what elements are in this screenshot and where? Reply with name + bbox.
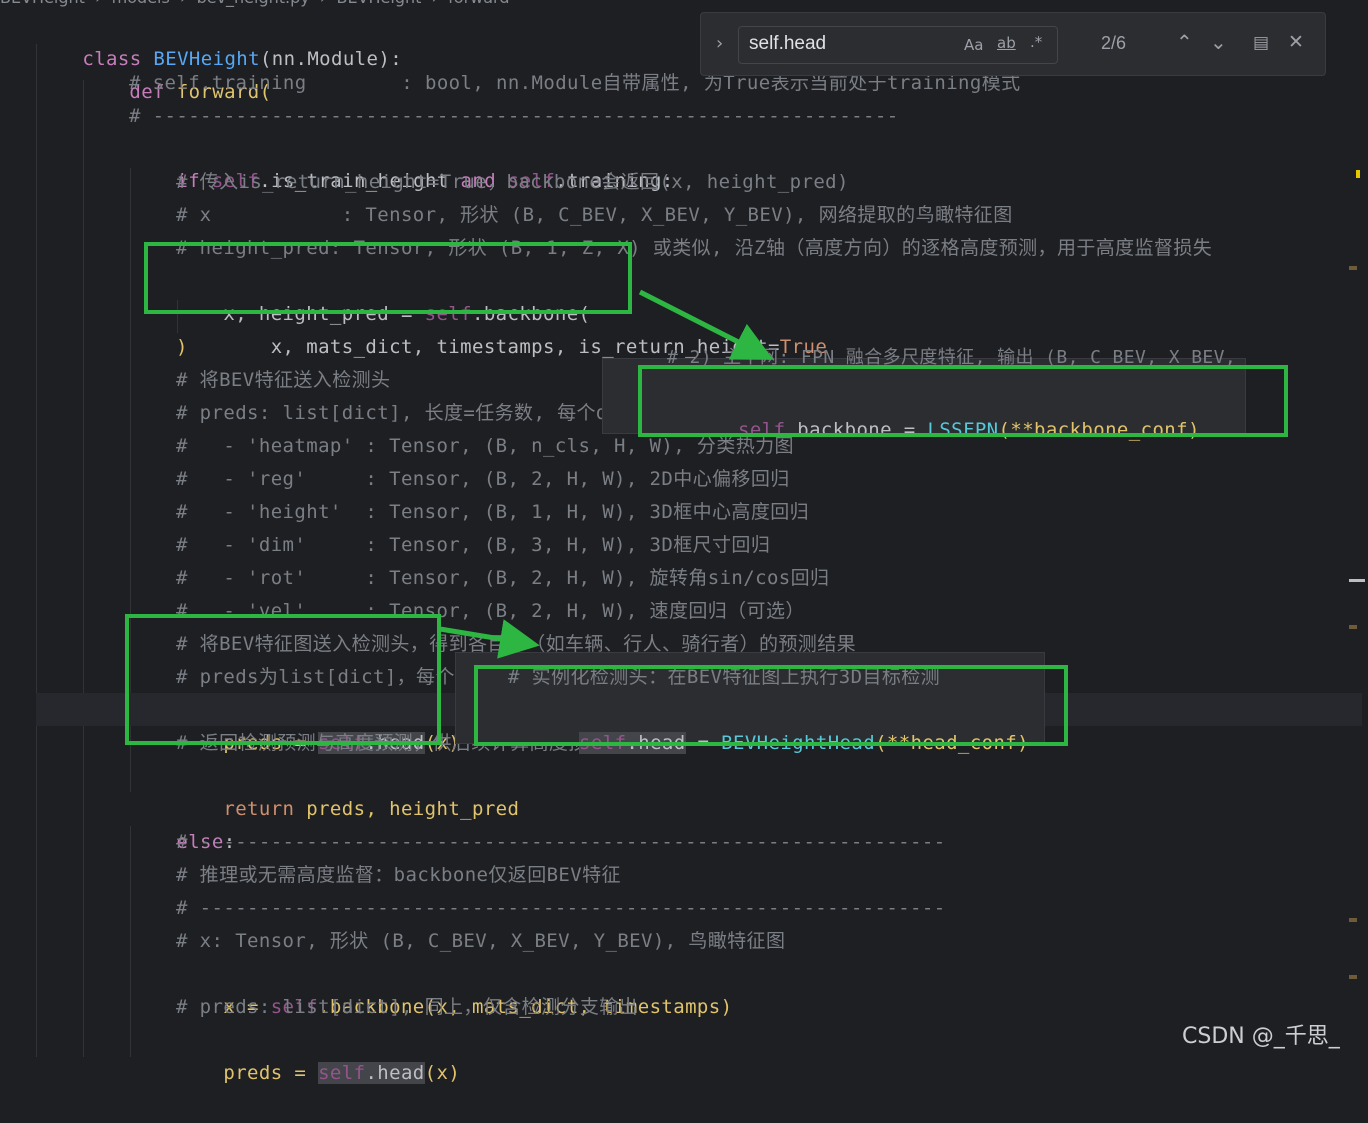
comment-line: # - 'height' : Tensor, (B, 1, H, W), 3D框… [176, 501, 810, 523]
indent-guide [83, 80, 84, 1057]
code-text: (x) [424, 1062, 461, 1084]
match-case-icon[interactable]: Aa [964, 36, 983, 54]
comment-line: # x : Tensor, 形状 (B, C_BEV, X_BEV, Y_BEV… [176, 204, 1013, 226]
comment-line: # x: Tensor, 形状 (B, C_BEV, X_BEV, Y_BEV)… [176, 930, 786, 952]
scroll-marker [1349, 266, 1357, 270]
comment-line: # - 'dim' : Tensor, (B, 3, H, W), 3D框尺寸回… [176, 534, 771, 556]
code-line: class BEVHeight(nn.Module): [35, 10, 402, 70]
comment-line: # --------------------------------------… [176, 897, 946, 919]
annotation-box [144, 242, 632, 314]
comment-line: # 将BEV特征送入检测头 [176, 369, 391, 391]
comment-line: # - 'rot' : Tensor, (B, 2, H, W), 旋转角sin… [176, 567, 830, 589]
comment-line: # 推理或无需高度监督：backbone仅返回BEV特征 [176, 864, 621, 886]
comment-line: # preds: list[dict], 同上，仅含检测分支输出 [176, 996, 639, 1018]
close-icon[interactable]: ✕ [1288, 31, 1304, 53]
scroll-marker [1349, 918, 1357, 922]
indent-guide [36, 44, 37, 1057]
annotation-box [474, 665, 1068, 746]
code-line: if self.is_train_height and self.trainin… [129, 132, 674, 192]
code-line: return preds, height_pred [176, 760, 519, 820]
scroll-marker [1349, 975, 1357, 979]
code-text: preds, height_pred [294, 798, 520, 820]
code-line: x = self.backbone(x, mats_dict, timestam… [176, 958, 732, 1018]
watermark: CSDN @_千思_ [1182, 1024, 1340, 1049]
filter-icon[interactable]: ▤ [1253, 33, 1269, 53]
next-match-icon[interactable]: ⌄ [1210, 30, 1227, 54]
chevron-right-icon[interactable]: › [716, 33, 723, 54]
scroll-marker [1349, 625, 1357, 629]
comment-line: # preds: list[dict], 长度=任务数, 每个d [176, 402, 608, 424]
code-text: preds = [223, 1062, 319, 1084]
annotation-box [638, 365, 1288, 437]
code-line: else: [129, 793, 236, 853]
comment-line: # --------------------------------------… [129, 105, 899, 127]
scroll-marker [1356, 170, 1360, 178]
self-token: self [318, 1062, 366, 1084]
breadcrumb[interactable]: BEVHeight › models › bev_height.py › BEV… [0, 0, 510, 8]
code-line: preds = self.head(x) [176, 1024, 460, 1084]
code-editor[interactable]: BEVHeight › models › bev_height.py › BEV… [0, 0, 1368, 1084]
vertical-scrollbar[interactable] [1348, 0, 1368, 1057]
comment-line: # --------------------------------------… [176, 831, 946, 853]
regex-icon[interactable]: .* [1030, 33, 1042, 51]
search-match: .head [365, 1062, 425, 1084]
match-count: 2/6 [1101, 33, 1127, 53]
comment-line: # 传入is_return_height=True，backbone会返回(x,… [176, 171, 849, 193]
search-query[interactable]: self.head [749, 33, 826, 55]
annotation-box [125, 614, 441, 745]
previous-match-icon[interactable]: ⌃ [1176, 30, 1193, 54]
whole-word-icon[interactable]: ab [997, 34, 1016, 52]
code-line: ) [176, 336, 188, 358]
scroll-marker [1349, 579, 1365, 582]
